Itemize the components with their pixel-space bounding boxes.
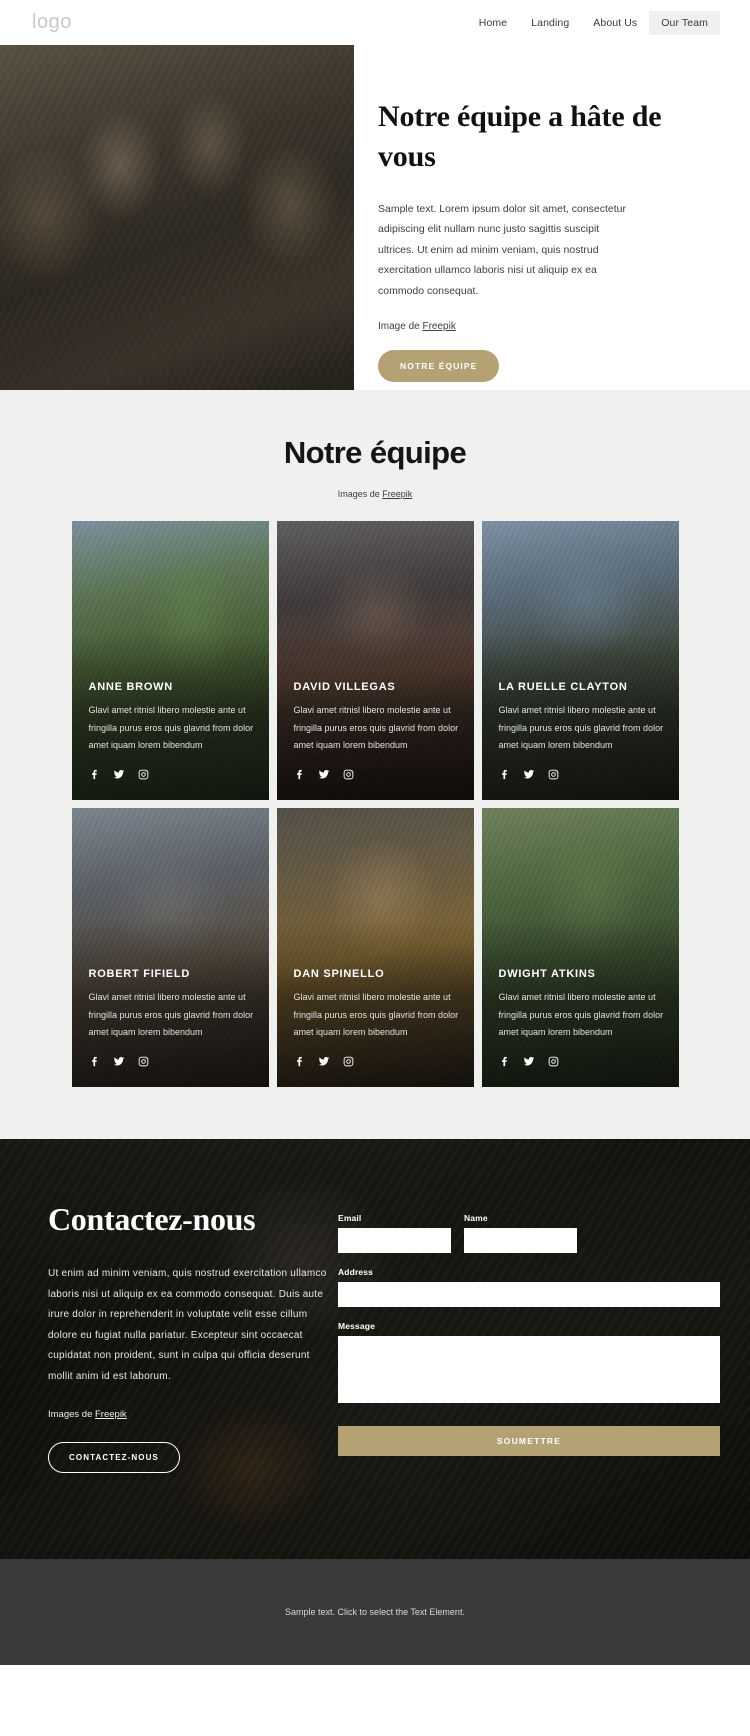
member-name: LA RUELLE CLAYTON <box>498 681 628 694</box>
site-footer: Sample text. Click to select the Text El… <box>0 1559 750 1665</box>
team-card[interactable]: DWIGHT ATKINS Glavi amet ritnisl libero … <box>481 808 679 1087</box>
twitter-icon[interactable] <box>318 768 330 780</box>
main-navigation: Home Landing About Us Our Team <box>467 10 720 35</box>
message-field-group: Message <box>338 1321 720 1403</box>
member-social-links <box>499 1055 667 1067</box>
team-card-body: DAN SPINELLO Glavi amet ritnisl libero m… <box>294 968 462 1067</box>
member-name: ANNE BROWN <box>88 681 173 694</box>
address-field-group: Address <box>338 1267 720 1307</box>
address-input[interactable] <box>338 1282 720 1307</box>
hero-image <box>0 45 354 390</box>
facebook-icon[interactable] <box>499 769 510 780</box>
facebook-icon[interactable] <box>294 1056 305 1067</box>
facebook-icon[interactable] <box>89 1056 100 1067</box>
twitter-icon[interactable] <box>113 768 125 780</box>
contact-cta-button[interactable]: CONTACTEZ-NOUS <box>48 1442 180 1473</box>
member-name: DAVID VILLEGAS <box>293 681 396 694</box>
message-label: Message <box>338 1321 375 1331</box>
hero-image-credit: Image de Freepik <box>378 321 702 332</box>
member-name: DAN SPINELLO <box>293 968 385 981</box>
team-grid: ANNE BROWN Glavi amet ritnisl libero mol… <box>0 521 750 1087</box>
member-description: Glavi amet ritnisl libero molestie ante … <box>88 992 254 1038</box>
hero-title: Notre équipe a hâte de vous <box>378 100 662 173</box>
member-name: DWIGHT ATKINS <box>498 968 596 981</box>
name-field-group: Name <box>464 1213 577 1253</box>
site-logo[interactable]: logo <box>32 11 72 34</box>
contact-inner: Contactez-nous Ut enim ad minim veniam, … <box>0 1139 750 1473</box>
address-label: Address <box>338 1267 374 1277</box>
footer-text: Sample text. Click to select the Text El… <box>285 1607 465 1617</box>
instagram-icon[interactable] <box>343 1056 354 1067</box>
form-row-message: Message <box>338 1321 720 1403</box>
team-card[interactable]: DAVID VILLEGAS Glavi amet ritnisl libero… <box>276 521 474 800</box>
nav-item-our-team[interactable]: Our Team <box>649 10 720 35</box>
twitter-icon[interactable] <box>113 1055 125 1067</box>
team-section-title: Notre équipe <box>283 435 467 470</box>
nav-item-about-us[interactable]: About Us <box>581 11 649 35</box>
instagram-icon[interactable] <box>138 769 149 780</box>
member-description: Glavi amet ritnisl libero molestie ante … <box>498 705 664 751</box>
nav-item-home[interactable]: Home <box>467 11 519 35</box>
facebook-icon[interactable] <box>294 769 305 780</box>
form-row-address: Address <box>338 1267 720 1307</box>
facebook-icon[interactable] <box>89 769 100 780</box>
contact-form: Email Name Address Message SOUMETTRE <box>338 1201 720 1473</box>
hero-credit-link[interactable]: Freepik <box>422 321 455 332</box>
team-credit-link[interactable]: Freepik <box>382 489 412 499</box>
contact-text-block: Contactez-nous Ut enim ad minim veniam, … <box>48 1201 328 1473</box>
instagram-icon[interactable] <box>138 1056 149 1067</box>
member-social-links <box>89 1055 257 1067</box>
site-header: logo Home Landing About Us Our Team <box>0 0 750 45</box>
team-card-body: DWIGHT ATKINS Glavi amet ritnisl libero … <box>499 968 667 1067</box>
twitter-icon[interactable] <box>318 1055 330 1067</box>
member-description: Glavi amet ritnisl libero molestie ante … <box>88 705 254 751</box>
member-social-links <box>294 768 462 780</box>
team-credit-prefix: Images de <box>337 489 383 499</box>
facebook-icon[interactable] <box>499 1056 510 1067</box>
twitter-icon[interactable] <box>523 1055 535 1067</box>
twitter-icon[interactable] <box>523 768 535 780</box>
message-textarea[interactable] <box>338 1336 720 1403</box>
contact-credit-link[interactable]: Freepik <box>95 1409 127 1420</box>
name-label: Name <box>464 1213 488 1223</box>
contact-section: Contactez-nous Ut enim ad minim veniam, … <box>0 1139 750 1559</box>
hero-photo-shade <box>0 45 354 390</box>
team-card[interactable]: ANNE BROWN Glavi amet ritnisl libero mol… <box>71 521 269 800</box>
team-card-body: ANNE BROWN Glavi amet ritnisl libero mol… <box>89 681 257 780</box>
hero-cta-button[interactable]: NOTRE ÉQUIPE <box>378 350 500 383</box>
contact-paragraph: Ut enim ad minim veniam, quis nostrud ex… <box>48 1268 327 1382</box>
contact-images-credit: Images de Freepik <box>48 1409 328 1420</box>
instagram-icon[interactable] <box>343 769 354 780</box>
instagram-icon[interactable] <box>548 769 559 780</box>
email-field-group: Email <box>338 1213 451 1253</box>
email-input[interactable] <box>338 1228 451 1253</box>
submit-button[interactable]: SOUMETTRE <box>338 1426 720 1456</box>
team-card[interactable]: LA RUELLE CLAYTON Glavi amet ritnisl lib… <box>481 521 679 800</box>
contact-title: Contactez-nous <box>48 1201 256 1237</box>
team-section: Notre équipe Images de Freepik ANNE BROW… <box>0 390 750 1139</box>
hero-text-block: Notre équipe a hâte de vous Sample text.… <box>354 45 750 390</box>
team-card[interactable]: DAN SPINELLO Glavi amet ritnisl libero m… <box>276 808 474 1087</box>
member-social-links <box>294 1055 462 1067</box>
name-input[interactable] <box>464 1228 577 1253</box>
member-description: Glavi amet ritnisl libero molestie ante … <box>293 992 459 1038</box>
team-card-body: ROBERT FIFIELD Glavi amet ritnisl libero… <box>89 968 257 1067</box>
member-description: Glavi amet ritnisl libero molestie ante … <box>293 705 459 751</box>
team-images-credit: Images de Freepik <box>0 489 750 499</box>
contact-credit-prefix: Images de <box>48 1409 95 1420</box>
member-description: Glavi amet ritnisl libero molestie ante … <box>498 992 664 1038</box>
hero-section: Notre équipe a hâte de vous Sample text.… <box>0 45 750 390</box>
instagram-icon[interactable] <box>548 1056 559 1067</box>
team-card-body: LA RUELLE CLAYTON Glavi amet ritnisl lib… <box>499 681 667 780</box>
hero-credit-prefix: Image de <box>378 321 423 333</box>
member-name: ROBERT FIFIELD <box>88 968 191 981</box>
email-label: Email <box>338 1213 362 1223</box>
member-social-links <box>89 768 257 780</box>
team-card[interactable]: ROBERT FIFIELD Glavi amet ritnisl libero… <box>71 808 269 1087</box>
form-row-email-name: Email Name <box>338 1213 720 1253</box>
member-social-links <box>499 768 667 780</box>
hero-paragraph: Sample text. Lorem ipsum dolor sit amet,… <box>378 202 627 297</box>
nav-item-landing[interactable]: Landing <box>519 11 581 35</box>
team-card-body: DAVID VILLEGAS Glavi amet ritnisl libero… <box>294 681 462 780</box>
